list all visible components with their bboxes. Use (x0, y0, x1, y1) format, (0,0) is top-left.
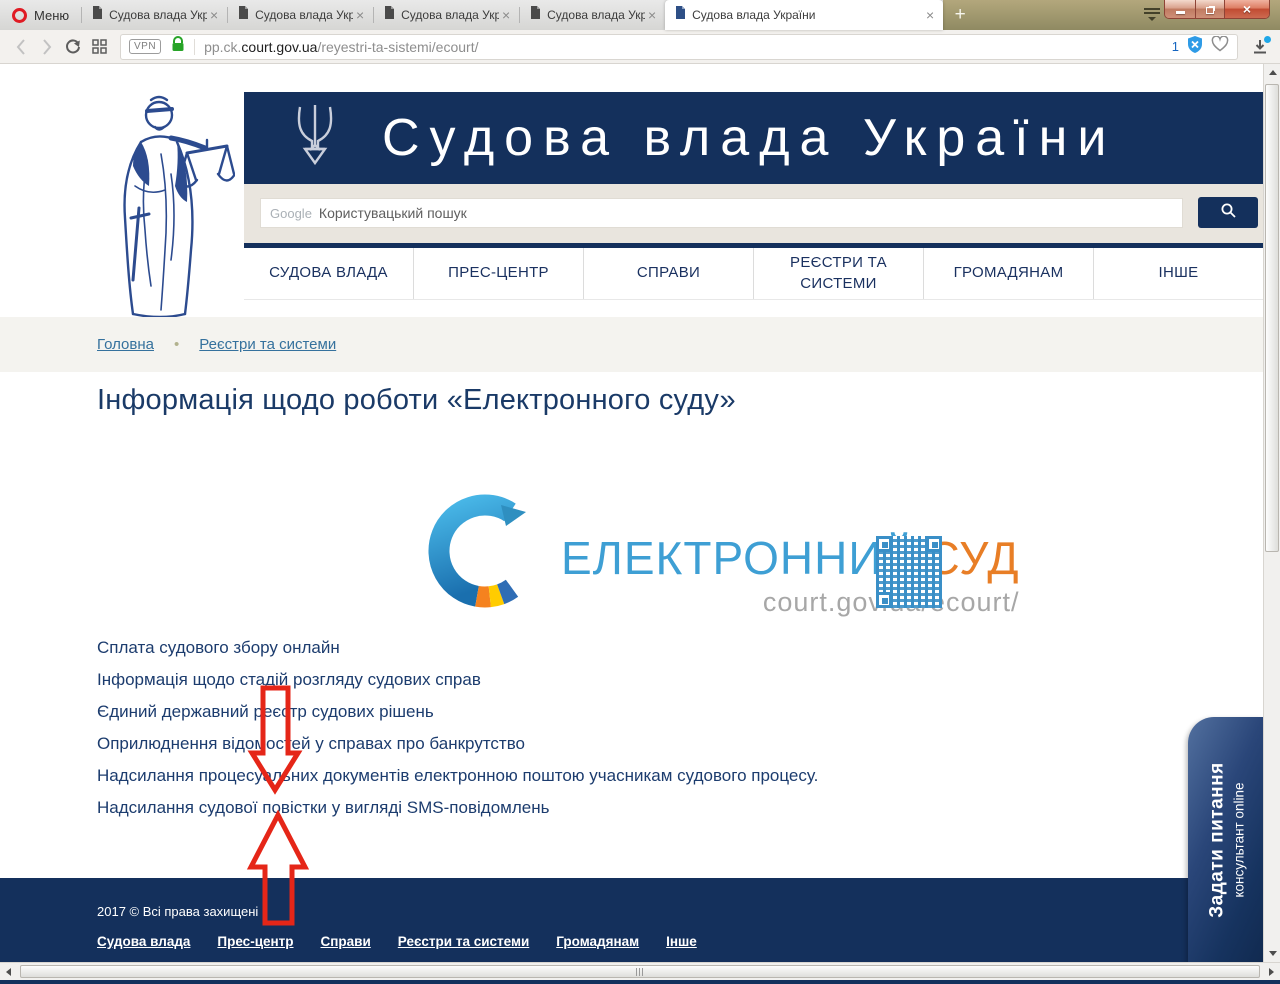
search-band: Google Користувацький пошук (244, 184, 1263, 243)
tab-title: Судова влада України (401, 8, 499, 22)
browser-tab[interactable]: Судова влада України × (82, 0, 227, 30)
window-bottom-edge (0, 980, 1280, 984)
ask-question-banner[interactable]: Задати питання консультант online (1188, 717, 1263, 962)
url-text: pp.ck.court.gov.ua/reyestri-ta-sistemi/e… (204, 39, 1172, 55)
vertical-scrollbar[interactable] (1263, 64, 1280, 962)
tab-title: Судова влада України (255, 8, 353, 22)
vpn-badge[interactable]: VPN (129, 39, 161, 54)
page-doc-icon (675, 6, 686, 24)
banner-title: Задати питання (1206, 717, 1228, 962)
nav-item-spravy[interactable]: СПРАВИ (583, 248, 753, 299)
ecourt-wordmark: ЕЛЕКТРОННИЙСУД (561, 531, 1019, 585)
scroll-up-icon[interactable] (1264, 64, 1280, 81)
qr-code (876, 536, 942, 608)
downloads-icon[interactable] (1248, 35, 1272, 59)
site-footer: 2017 © Всі права захищені Судова влада П… (0, 878, 1263, 962)
scroll-right-icon[interactable] (1263, 963, 1280, 980)
opera-menu-button[interactable]: Меню (0, 0, 81, 30)
tab-close-icon[interactable]: × (353, 8, 367, 22)
browser-tab-bar: Меню Судова влада України × Судова влада… (0, 0, 1280, 30)
scroll-left-icon[interactable] (0, 963, 17, 980)
content-link[interactable]: Інформація щодо стадій розгляду судових … (97, 664, 818, 696)
ecourt-c-mark (427, 485, 549, 625)
bookmark-heart-icon[interactable] (1211, 36, 1229, 57)
tab-close-icon[interactable]: × (207, 8, 221, 22)
ukraine-trident-icon (292, 103, 338, 174)
download-notification-dot (1264, 36, 1271, 43)
restore-button[interactable] (1195, 0, 1224, 18)
nav-item-hromadyanam[interactable]: ГРОМАДЯНАМ (923, 248, 1093, 299)
content-link[interactable]: Єдиний державний реєстр судових рішень (97, 696, 818, 728)
breadcrumb-home-link[interactable]: Головна (97, 336, 154, 353)
back-button[interactable] (8, 34, 34, 60)
nav-item-reyestry-ta-systemy[interactable]: РЕЄСТРИ ТА СИСТЕМИ (753, 248, 923, 299)
content-link[interactable]: Оприлюднення відомостей у справах про ба… (97, 728, 818, 760)
forward-button[interactable] (34, 34, 60, 60)
blocked-count: 1 (1172, 39, 1179, 54)
opera-menu-label: Меню (34, 8, 69, 23)
tab-title: Судова влада України (109, 8, 207, 22)
horizontal-scroll-thumb[interactable] (20, 965, 1260, 978)
minimize-button[interactable] (1165, 0, 1195, 18)
footer-link-hromadyanam[interactable]: Громадянам (556, 934, 639, 949)
address-bar: VPN pp.ck.court.gov.ua/reyestri-ta-siste… (0, 30, 1280, 64)
page-doc-icon (92, 6, 103, 24)
breadcrumb: Головна • Реєстри та системи (97, 317, 336, 372)
banner-subtitle: консультант online (1231, 717, 1246, 962)
web-page: Судова влада України Google Користувацьк… (0, 64, 1263, 962)
site-search-input[interactable]: Google Користувацький пошук (260, 198, 1183, 228)
tab-close-icon[interactable]: × (923, 8, 937, 22)
tab-title: Судова влада України (692, 8, 923, 22)
lady-justice-image (95, 90, 235, 323)
browser-tab[interactable]: Судова влада України × (374, 0, 519, 30)
search-placeholder: Користувацький пошук (319, 205, 467, 221)
content-links: Сплата судового збору онлайн Інформація … (97, 632, 818, 824)
site-header: Судова влада України (244, 92, 1263, 184)
close-button[interactable]: × (1224, 0, 1269, 18)
content-link[interactable]: Надсилання судової повістки у вигляді SM… (97, 792, 818, 824)
breadcrumb-section-link[interactable]: Реєстри та системи (199, 336, 336, 353)
content-link[interactable]: Сплата судового збору онлайн (97, 632, 818, 664)
breadcrumb-band: Головна • Реєстри та системи (0, 317, 1263, 372)
horizontal-scrollbar[interactable] (0, 962, 1280, 980)
copyright-text: 2017 © Всі права захищені (97, 904, 258, 919)
url-field[interactable]: VPN pp.ck.court.gov.ua/reyestri-ta-siste… (120, 34, 1238, 60)
page-title: Інформація щодо роботи «Електронного суд… (97, 384, 736, 417)
page-doc-icon (384, 6, 395, 24)
site-title: Судова влада України (382, 108, 1116, 168)
content-link[interactable]: Надсилання процесуальних документів елек… (97, 760, 818, 792)
secure-lock-icon[interactable] (171, 36, 185, 57)
search-button[interactable] (1198, 197, 1258, 228)
footer-link-reyestry[interactable]: Реєстри та системи (398, 934, 529, 949)
window-controls: × (1164, 0, 1270, 19)
browser-tab[interactable]: Судова влада України × (228, 0, 373, 30)
nav-item-inshe[interactable]: ІНШЕ (1093, 248, 1263, 299)
page-doc-icon (530, 6, 541, 24)
breadcrumb-bullet-icon: • (174, 336, 179, 353)
adblock-shield-icon[interactable] (1187, 36, 1203, 58)
footer-link-spravy[interactable]: Справи (321, 934, 371, 949)
nav-item-sudova-vlada[interactable]: СУДОВА ВЛАДА (244, 248, 413, 299)
magnifier-icon (1220, 202, 1237, 224)
nav-item-pres-centr[interactable]: ПРЕС-ЦЕНТР (413, 248, 583, 299)
ecourt-url: court.gov.ua/ecourt/ (561, 587, 1019, 618)
opera-logo-icon (12, 8, 27, 23)
tab-menu-icon[interactable] (1142, 6, 1162, 22)
new-tab-button[interactable]: + (943, 0, 977, 30)
vertical-scroll-thumb[interactable] (1265, 84, 1279, 552)
tab-close-icon[interactable]: × (499, 8, 513, 22)
google-brand-label: Google (270, 206, 312, 221)
footer-link-inshe[interactable]: Інше (666, 934, 697, 949)
tab-title: Судова влада України (547, 8, 645, 22)
page-doc-icon (238, 6, 249, 24)
speed-dial-icon[interactable] (86, 34, 112, 60)
footer-link-pres-centr[interactable]: Прес-центр (217, 934, 293, 949)
browser-tab-active[interactable]: Судова влада України × (665, 0, 943, 30)
footer-link-sudova-vlada[interactable]: Судова влада (97, 934, 190, 949)
tab-close-icon[interactable]: × (645, 8, 659, 22)
main-navigation: СУДОВА ВЛАДА ПРЕС-ЦЕНТР СПРАВИ РЕЄСТРИ Т… (244, 243, 1263, 300)
scroll-down-icon[interactable] (1264, 945, 1280, 962)
browser-tab[interactable]: Судова влада України × (520, 0, 665, 30)
reload-button[interactable] (60, 34, 86, 60)
